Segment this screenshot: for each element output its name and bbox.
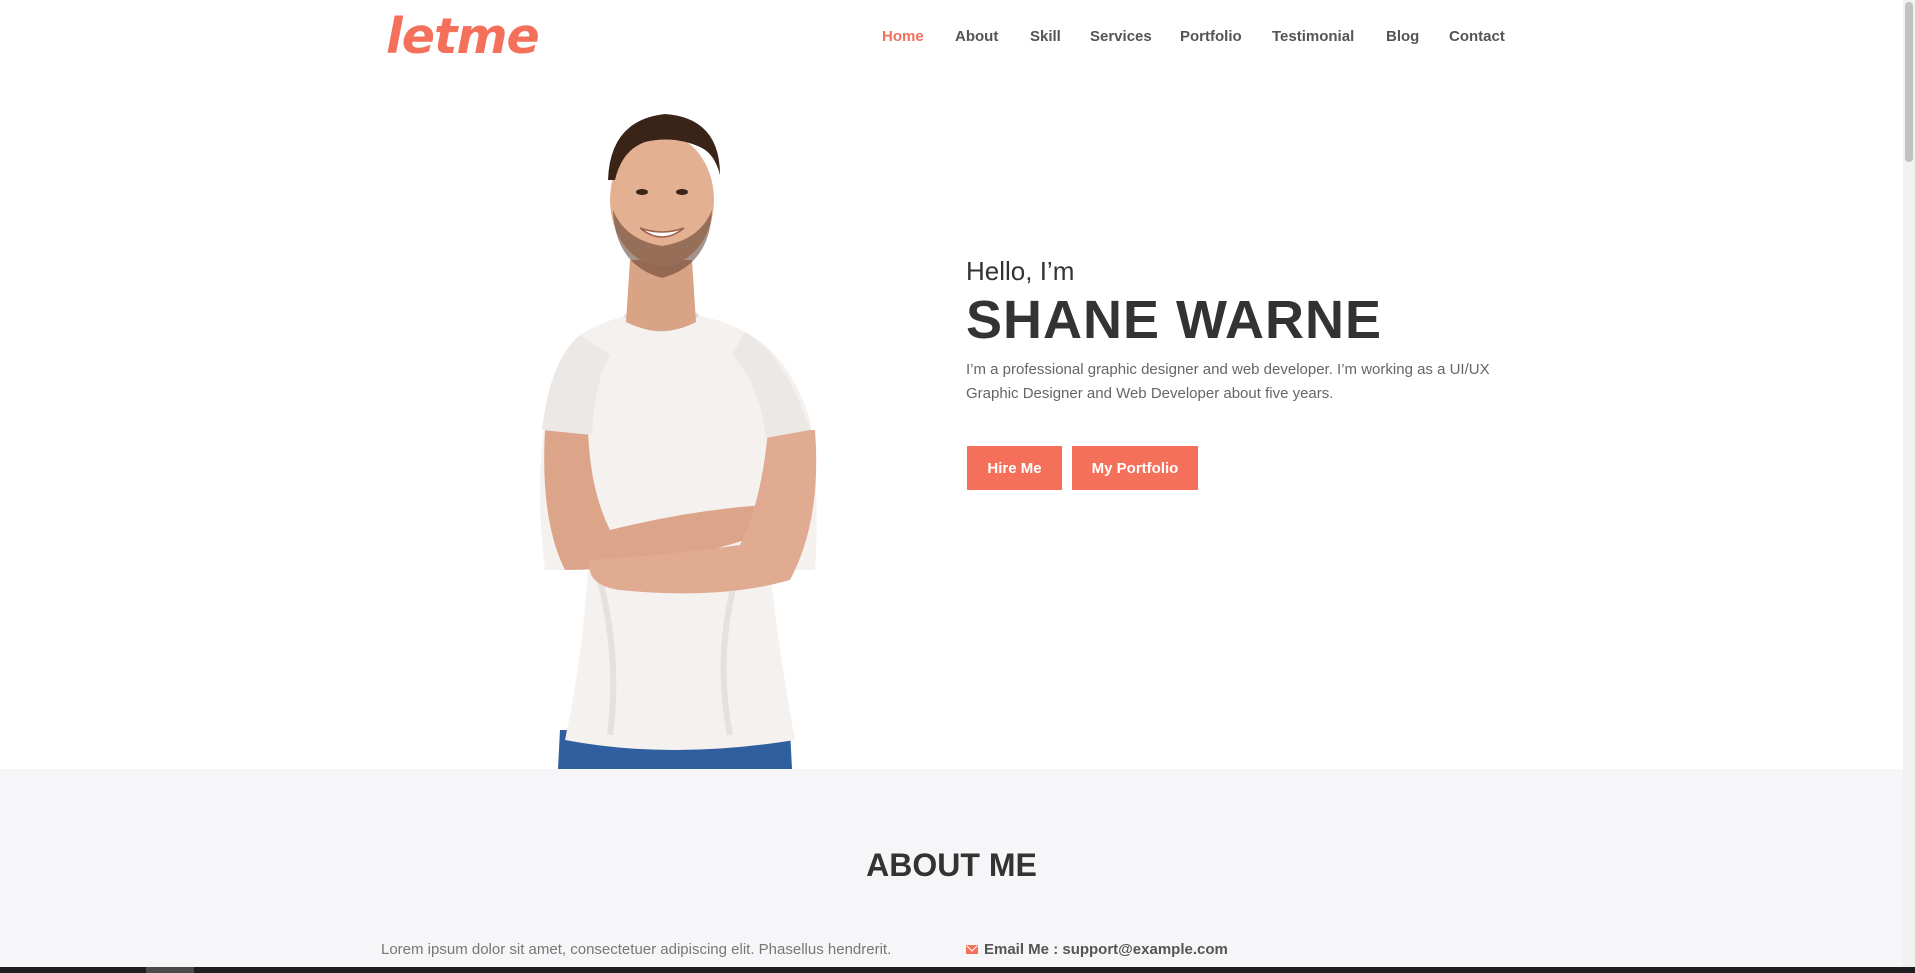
nav-item-services[interactable]: Services <box>1090 28 1152 45</box>
nav-item-contact[interactable]: Contact <box>1449 28 1505 45</box>
bottom-bar <box>0 967 1915 973</box>
hero-intro: I’m a professional graphic designer and … <box>966 361 1490 402</box>
hero-greeting: Hello, I’m <box>966 256 1075 286</box>
about-email[interactable]: Email Me : support@example.com <box>966 941 1228 958</box>
scrollbar-thumb[interactable] <box>1905 2 1913 162</box>
about-text: Lorem ipsum dolor sit amet, consectetuer… <box>381 941 892 958</box>
my-portfolio-button[interactable]: My Portfolio <box>1072 446 1198 490</box>
nav-item-skill[interactable]: Skill <box>1030 28 1061 45</box>
page: letme Home About Skill Services Portfoli… <box>0 0 1903 973</box>
hero-section: Hello, I’m SHANE WARNE I’m a professiona… <box>0 76 1903 769</box>
site-header: letme Home About Skill Services Portfoli… <box>0 0 1903 76</box>
about-email-label: Email Me : support@example.com <box>984 941 1228 958</box>
nav-item-testimonial[interactable]: Testimonial <box>1272 28 1354 45</box>
hero-name: SHANE WARNE <box>966 290 1383 350</box>
about-section: ABOUT ME Lorem ipsum dolor sit amet, con… <box>0 769 1903 973</box>
page-scrollbar[interactable] <box>1903 0 1915 967</box>
nav-item-blog[interactable]: Blog <box>1386 28 1419 45</box>
hire-me-button[interactable]: Hire Me <box>967 446 1062 490</box>
about-title: ABOUT ME <box>866 847 1037 883</box>
site-logo[interactable]: letme <box>386 8 540 65</box>
hero-portrait-image <box>540 114 817 769</box>
nav-item-home[interactable]: Home <box>882 28 924 45</box>
bottom-tab <box>146 967 194 973</box>
nav-item-about[interactable]: About <box>955 28 998 45</box>
nav-item-portfolio[interactable]: Portfolio <box>1180 28 1242 45</box>
envelope-icon <box>966 945 978 954</box>
